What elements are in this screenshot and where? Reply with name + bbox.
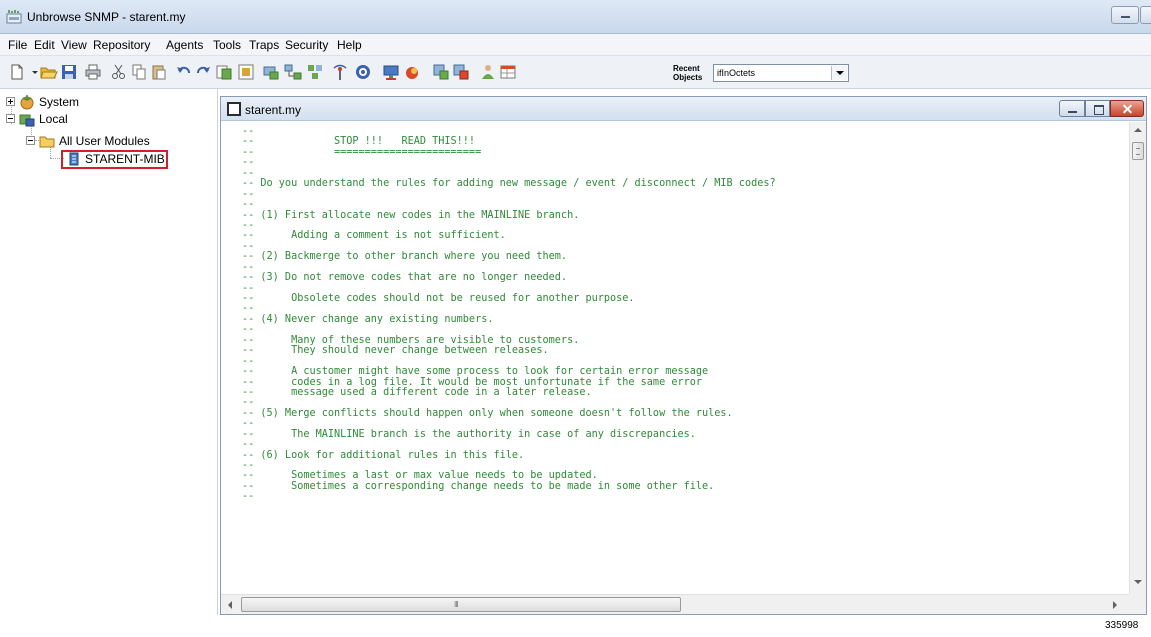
undo-icon[interactable] bbox=[175, 63, 193, 81]
toolbar: Recent Objects ifInOctets bbox=[0, 56, 1151, 89]
expand-icon[interactable] bbox=[6, 97, 15, 106]
collapse-icon[interactable] bbox=[26, 136, 35, 145]
menu-agents[interactable]: Agents bbox=[166, 38, 203, 52]
cut-icon[interactable] bbox=[110, 63, 128, 81]
maximize-button[interactable] bbox=[1140, 6, 1151, 24]
document-window: starent.my -- -- STOP !!! READ THIS!!! -- … bbox=[220, 96, 1147, 615]
chevron-down-icon[interactable] bbox=[831, 66, 847, 80]
copy-icon[interactable] bbox=[130, 63, 148, 81]
window-title: Unbrowse SNMP - starent.my bbox=[27, 10, 186, 24]
tree-label-all-user-modules: All User Modules bbox=[59, 134, 150, 148]
scroll-down-icon[interactable] bbox=[1134, 580, 1142, 584]
code-line: -- (4) Never change any existing numbers… bbox=[242, 313, 494, 325]
app-icon bbox=[6, 10, 22, 24]
code-line: -- ======================== bbox=[242, 146, 482, 158]
menu-file[interactable]: File bbox=[8, 38, 27, 52]
code-line: -- (1) First allocate new codes in the M… bbox=[242, 209, 580, 221]
recent-objects-label: Recent Objects bbox=[673, 64, 703, 82]
recent-objects-select[interactable]: ifInOctets bbox=[713, 64, 849, 82]
discover-icon[interactable] bbox=[306, 63, 324, 81]
horizontal-scroll-thumb[interactable]: III bbox=[241, 597, 681, 612]
code-line: -- They should never change between rele… bbox=[242, 345, 549, 357]
table-icon[interactable] bbox=[499, 63, 517, 81]
minimize-button[interactable] bbox=[1111, 6, 1139, 24]
document-title: starent.my bbox=[245, 103, 302, 117]
walk-icon[interactable] bbox=[432, 63, 450, 81]
users-icon[interactable] bbox=[479, 63, 497, 81]
code-lines: -- -- STOP !!! READ THIS!!! -- ===========… bbox=[242, 126, 776, 503]
print-icon[interactable] bbox=[84, 63, 102, 81]
open-icon[interactable] bbox=[40, 63, 58, 81]
tree-label-local: Local bbox=[39, 112, 68, 126]
set-icon[interactable] bbox=[452, 63, 470, 81]
antenna-icon[interactable] bbox=[331, 63, 349, 81]
recent-objects-value: ifInOctets bbox=[717, 68, 756, 78]
local-repository-icon bbox=[19, 114, 35, 127]
load-mib-icon[interactable] bbox=[215, 63, 233, 81]
figure-id: 335998 bbox=[1105, 620, 1139, 631]
scroll-left-icon[interactable] bbox=[228, 601, 232, 609]
menu-traps[interactable]: Traps bbox=[249, 38, 279, 52]
code-line: -- Sometimes a corresponding change need… bbox=[242, 480, 715, 492]
code-line: -- A customer might have some process to… bbox=[242, 366, 709, 378]
menu-help[interactable]: Help bbox=[337, 38, 362, 52]
new-dropdown-icon[interactable] bbox=[26, 63, 38, 81]
window-titlebar[interactable]: Unbrowse SNMP - starent.my bbox=[0, 0, 1151, 34]
horizontal-scrollbar[interactable]: III bbox=[221, 594, 1129, 614]
code-line: -- bbox=[242, 439, 255, 451]
code-line: -- bbox=[242, 491, 255, 503]
compile-icon[interactable] bbox=[237, 63, 255, 81]
paste-icon[interactable] bbox=[150, 63, 168, 81]
scroll-right-icon[interactable] bbox=[1113, 601, 1117, 609]
document-maximize-button[interactable] bbox=[1085, 100, 1110, 117]
menu-edit[interactable]: Edit bbox=[34, 38, 55, 52]
vertical-scroll-thumb[interactable] bbox=[1132, 142, 1144, 160]
code-line: -- (6) Look for additional rules in this… bbox=[242, 449, 525, 461]
resize-grip[interactable] bbox=[1129, 594, 1146, 614]
menu-bar: File Edit View Repository Agents Tools T… bbox=[0, 34, 1151, 56]
menu-security[interactable]: Security bbox=[285, 38, 328, 52]
selection-highlight-box bbox=[61, 150, 168, 169]
code-line: -- Do you understand the rules for addin… bbox=[242, 178, 776, 190]
agent-icon[interactable] bbox=[262, 63, 280, 81]
code-line: -- (3) Do not remove codes that are no l… bbox=[242, 272, 568, 284]
collapse-icon[interactable] bbox=[6, 114, 15, 123]
document-close-button[interactable] bbox=[1110, 100, 1144, 117]
folder-icon bbox=[39, 136, 55, 148]
scroll-up-icon[interactable] bbox=[1134, 128, 1142, 132]
code-line: -- Obsolete codes should not be reused f… bbox=[242, 293, 635, 304]
code-line: -- bbox=[242, 188, 255, 200]
code-line: -- bbox=[242, 199, 255, 211]
new-icon[interactable] bbox=[8, 63, 26, 81]
code-line: -- bbox=[242, 157, 255, 169]
menu-repository[interactable]: Repository bbox=[93, 38, 150, 52]
document-icon bbox=[227, 102, 241, 116]
vertical-scrollbar[interactable] bbox=[1129, 122, 1146, 594]
code-line: -- The MAINLINE branch is the authority … bbox=[242, 428, 696, 440]
tree-label-system: System bbox=[39, 95, 80, 109]
menu-view[interactable]: View bbox=[61, 38, 87, 52]
document-minimize-button[interactable] bbox=[1059, 100, 1085, 117]
monitor-icon[interactable] bbox=[382, 63, 400, 81]
scroll-grip: III bbox=[454, 600, 459, 609]
code-line: -- (2) Backmerge to other branch where y… bbox=[242, 251, 568, 263]
network-icon[interactable] bbox=[284, 63, 302, 81]
code-line: -- message used a different code in a la… bbox=[242, 386, 592, 398]
redo-icon[interactable] bbox=[194, 63, 212, 81]
tree-node-local[interactable]: Local bbox=[6, 111, 126, 127]
mib-source-editor[interactable]: -- -- STOP !!! READ THIS!!! -- ===========… bbox=[221, 122, 1129, 594]
document-titlebar[interactable]: starent.my bbox=[221, 97, 1146, 121]
tree-node-system[interactable]: System bbox=[6, 94, 126, 110]
code-line: -- (5) Merge conflicts should happen onl… bbox=[242, 407, 733, 419]
system-folder-icon bbox=[20, 95, 34, 110]
tree-node-all-user-modules[interactable]: All User Modules bbox=[26, 133, 186, 149]
menu-tools[interactable]: Tools bbox=[213, 38, 241, 52]
trap-icon[interactable] bbox=[403, 63, 421, 81]
code-line: -- Adding a comment is not sufficient. bbox=[242, 230, 506, 242]
save-icon[interactable] bbox=[60, 63, 78, 81]
help-icon[interactable] bbox=[354, 63, 372, 81]
